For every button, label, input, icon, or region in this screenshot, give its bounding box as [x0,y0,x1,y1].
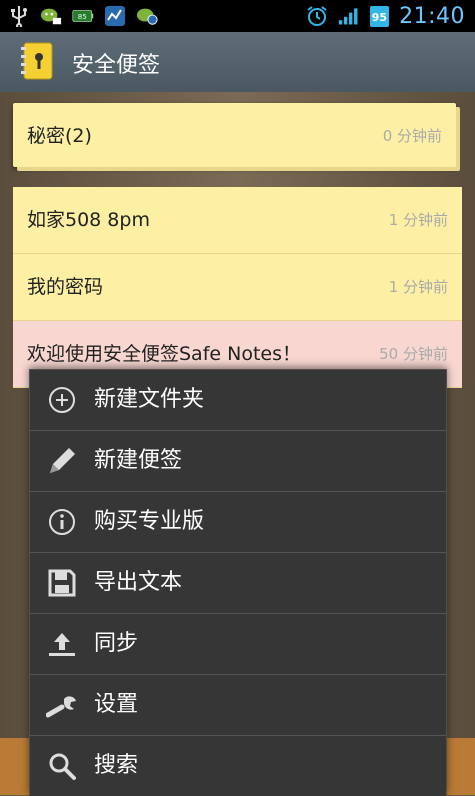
menu-label: 新建文件夹 [94,387,205,412]
upload-icon [46,628,78,660]
menu-label: 购买专业版 [94,509,205,534]
save-icon [46,567,78,599]
system-icons: 95 21:40 [306,0,465,32]
note-time: 1 分钟前 [388,211,448,229]
signal-icon [338,5,360,27]
note-title: 我的密码 [27,276,104,298]
menu-item-sync[interactable]: 同步 [30,614,446,675]
svg-text:85: 85 [78,12,87,21]
search-icon [46,750,78,782]
menu-item-search[interactable]: 搜索 [30,736,446,796]
menu-item-new-note[interactable]: 新建便签 [30,431,446,492]
app-title: 安全便签 [72,53,161,78]
battery-green-icon: 85 [72,5,94,27]
menu-label: 设置 [94,692,139,717]
wrench-icon [45,689,78,721]
menu-label: 搜索 [94,753,139,778]
chat-icon [40,5,62,27]
note-time: 1 分钟前 [388,278,448,296]
clock: 21:40 [399,3,465,29]
chat-globe-icon [136,5,158,27]
status-bar: 85 95 21:40 [0,0,475,32]
note-title: 如家508 8pm [27,209,150,231]
usb-icon [8,5,30,27]
menu-label: 新建便签 [94,448,183,473]
note-item[interactable]: 如家508 8pm 1 分钟前 [13,187,462,254]
menu-item-export-text[interactable]: 导出文本 [30,553,446,614]
menu-label: 导出文本 [94,570,183,595]
menu-item-new-folder[interactable]: 新建文件夹 [30,370,446,431]
menu-label: 同步 [94,631,139,656]
note-item[interactable]: 我的密码 1 分钟前 [13,254,462,321]
notebook-lock-icon[interactable] [20,41,54,81]
folder-secret[interactable]: 秘密(2) 0 分钟前 [13,103,456,167]
pencil-icon [46,445,78,477]
action-bar: 安全便签 [0,32,475,93]
folder-title: 秘密(2) [27,125,92,147]
notification-icons: 85 [8,3,158,29]
battery-level: 95 [369,5,390,27]
chart-icon [104,5,126,27]
info-icon [46,506,78,538]
menu-item-buy-pro[interactable]: 购买专业版 [30,492,446,553]
folder-time: 0 分钟前 [382,127,442,145]
options-menu: 新建文件夹 新建便签 购买专业版 导出文本 同步 设置 搜索 [29,369,447,796]
menu-item-settings[interactable]: 设置 [30,675,446,736]
add-circle-icon [46,384,78,416]
alarm-icon [306,5,328,27]
